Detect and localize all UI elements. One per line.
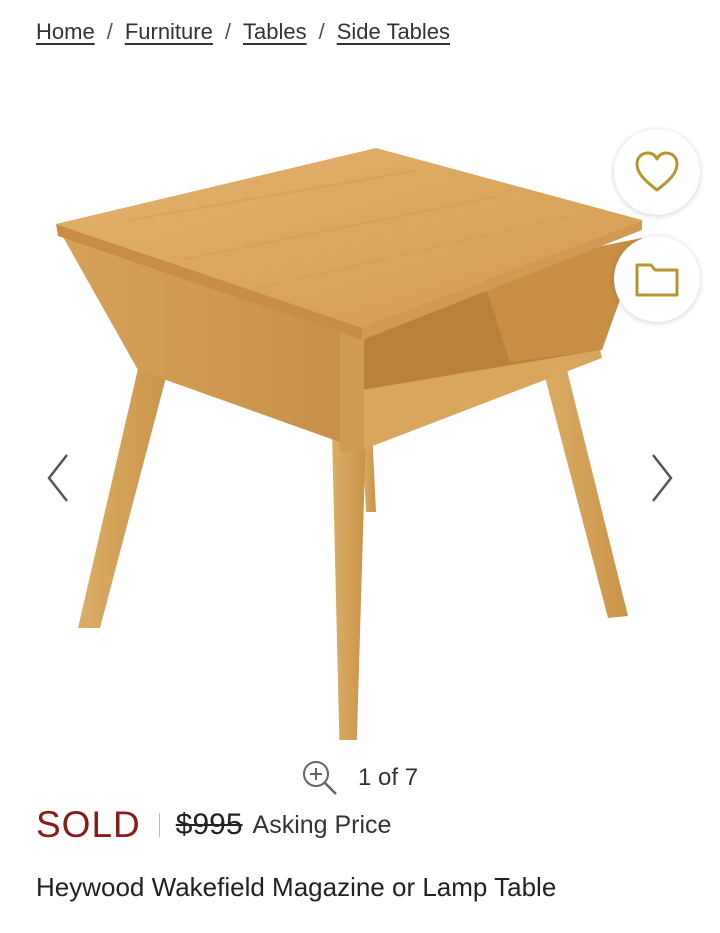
breadcrumb-home[interactable]: Home	[36, 19, 95, 45]
image-counter: 1 of 7	[300, 756, 418, 800]
price-row: SOLD $995 Asking Price	[36, 800, 391, 850]
breadcrumb-furniture[interactable]: Furniture	[125, 19, 213, 45]
next-image-button[interactable]	[642, 448, 682, 508]
chevron-left-icon	[47, 454, 68, 502]
sold-status: SOLD	[36, 804, 141, 845]
zoom-button[interactable]	[300, 758, 340, 798]
favorite-button[interactable]	[614, 129, 700, 215]
previous-image-button[interactable]	[38, 448, 78, 508]
folder-icon	[635, 263, 679, 297]
chevron-right-icon	[652, 454, 673, 502]
breadcrumb-separator: /	[106, 19, 113, 44]
save-to-folder-button[interactable]	[614, 236, 700, 322]
product-image[interactable]	[40, 100, 660, 740]
breadcrumb: Home / Furniture / Tables / Side Tables	[36, 16, 450, 48]
breadcrumb-separator: /	[318, 19, 325, 44]
zoom-in-icon	[303, 761, 337, 795]
image-gallery	[0, 60, 720, 760]
product-title: Heywood Wakefield Magazine or Lamp Table	[36, 872, 557, 902]
divider	[158, 813, 160, 837]
image-counter-text: 1 of 7	[358, 764, 419, 791]
heart-icon	[635, 151, 679, 192]
price-label: Asking Price	[252, 810, 392, 839]
breadcrumb-tables[interactable]: Tables	[243, 19, 307, 45]
price: $995	[175, 808, 243, 841]
breadcrumb-separator: /	[224, 19, 231, 44]
breadcrumb-side-tables[interactable]: Side Tables	[337, 19, 450, 45]
